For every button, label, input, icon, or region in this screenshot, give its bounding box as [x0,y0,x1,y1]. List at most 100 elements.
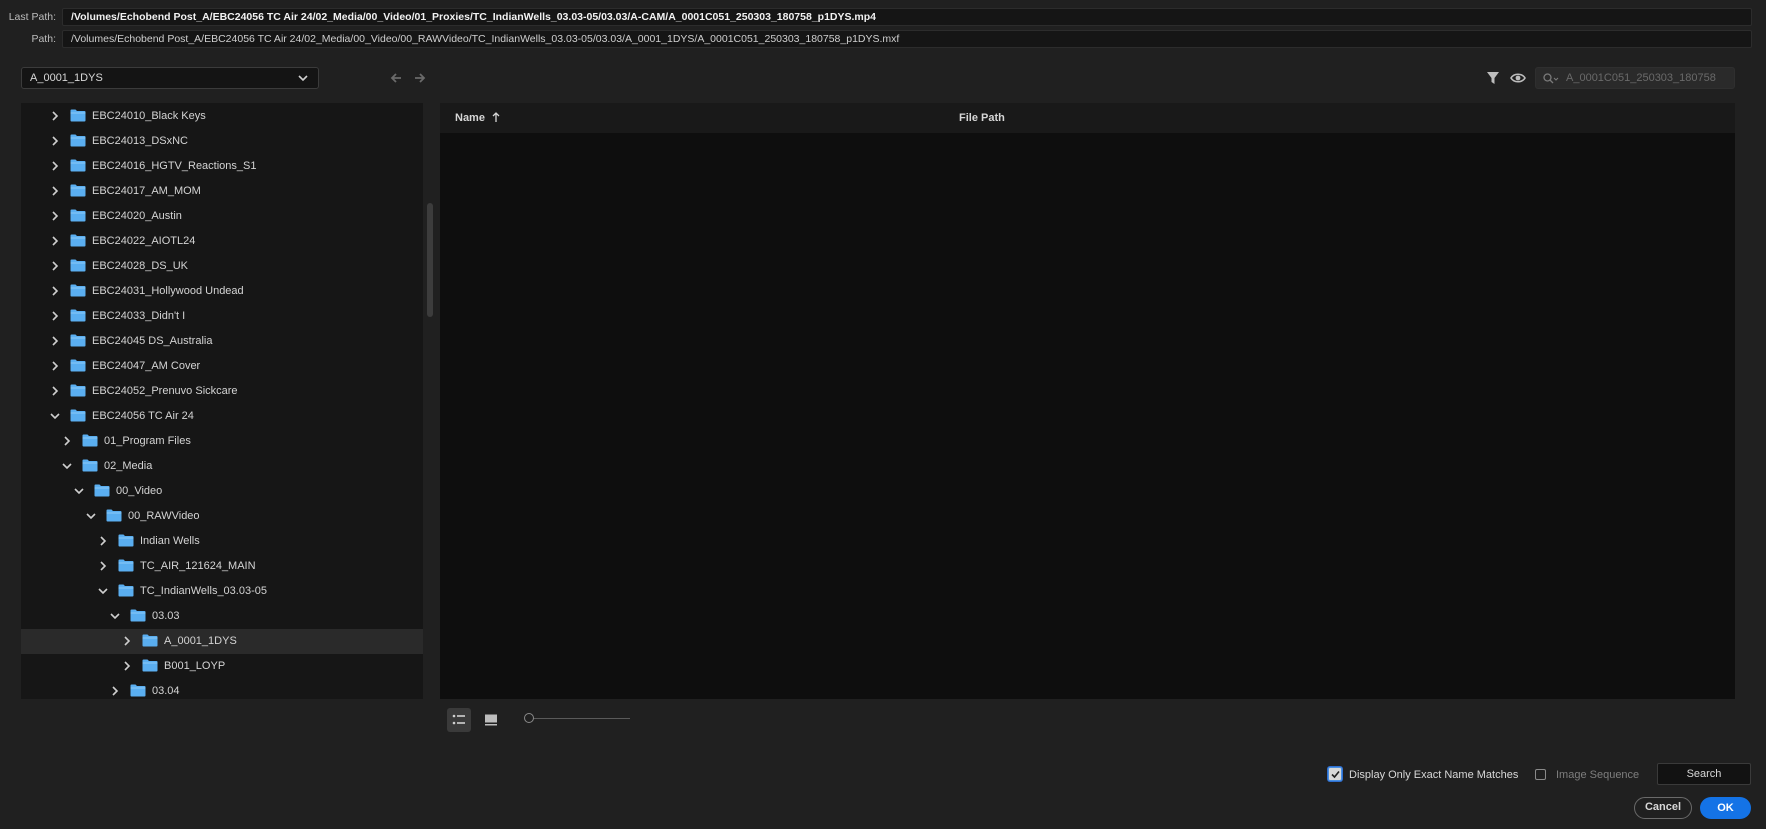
tree-item[interactable]: EBC24056 TC Air 24 [21,404,423,429]
tree-item[interactable]: 03.04 [21,679,423,699]
chevron-right-icon[interactable] [49,185,61,197]
chevron-right-icon[interactable] [49,235,61,247]
search-box[interactable] [1535,67,1735,89]
folder-icon [130,609,146,622]
filter-icon[interactable] [1484,69,1502,87]
folder-icon [118,584,134,597]
exact-match-label: Display Only Exact Name Matches [1349,769,1519,781]
tree-item[interactable]: EBC24020_Austin [21,204,423,229]
chevron-right-icon[interactable] [49,310,61,322]
tree-item[interactable]: 02_Media [21,454,423,479]
list-view-button[interactable] [447,708,471,732]
path-label: Path: [31,33,56,45]
tree-item-label: 01_Program Files [104,435,191,447]
search-button[interactable]: Search [1657,763,1751,785]
chevron-right-icon[interactable] [49,110,61,122]
tree-item[interactable]: EBC24052_Prenuvo Sickcare [21,379,423,404]
tree-item[interactable]: EBC24028_DS_UK [21,254,423,279]
chevron-right-icon[interactable] [49,210,61,222]
tree-item-label: 03.03 [152,610,180,622]
tree-item[interactable]: EBC24033_Didn't I [21,304,423,329]
chevron-right-icon[interactable] [97,535,109,547]
folder-tree[interactable]: EBC24010_Black Keys EBC24013_DSxNC EBC2401… [21,103,423,699]
tree-item-label: EBC24045 DS_Australia [92,335,213,347]
tree-item[interactable]: 00_Video [21,479,423,504]
tree-item-label: EBC24010_Black Keys [92,110,206,122]
folder-icon [82,459,98,472]
tree-item[interactable]: 01_Program Files [21,429,423,454]
folder-icon [118,534,134,547]
eye-icon[interactable] [1509,69,1527,87]
exact-match-checkbox[interactable] [1328,767,1342,781]
tree-item-label: EBC24016_HGTV_Reactions_S1 [92,160,257,172]
tree-item[interactable]: TC_IndianWells_03.03-05 [21,579,423,604]
back-arrow-icon[interactable] [388,70,404,86]
image-sequence-label: Image Sequence [1556,769,1640,781]
sort-ascending-icon [492,112,500,122]
search-input[interactable] [1566,70,1728,86]
tree-item[interactable]: EBC24017_AM_MOM [21,179,423,204]
location-dropdown-value: A_0001_1DYS [30,72,103,84]
folder-icon [82,434,98,447]
tree-item-label: EBC24052_Prenuvo Sickcare [92,385,238,397]
zoom-slider-handle[interactable] [524,713,534,723]
chevron-down-icon[interactable] [85,510,97,522]
tree-item-label: 03.04 [152,685,180,697]
tree-item[interactable]: EBC24045 DS_Australia [21,329,423,354]
chevron-right-icon[interactable] [49,160,61,172]
tree-item-label: EBC24013_DSxNC [92,135,188,147]
chevron-right-icon[interactable] [49,135,61,147]
tree-item[interactable]: EBC24022_AIOTL24 [21,229,423,254]
chevron-down-icon[interactable] [61,460,73,472]
tree-item-label: EBC24056 TC Air 24 [92,410,194,422]
chevron-right-icon[interactable] [49,360,61,372]
tree-item[interactable]: EBC24013_DSxNC [21,129,423,154]
chevron-right-icon[interactable] [109,685,121,697]
tree-item-label: B001_LOYP [164,660,226,672]
last-path-field[interactable]: /Volumes/Echobend Post_A/EBC24056 TC Air… [62,8,1752,26]
chevron-down-icon[interactable] [97,585,109,597]
image-sequence-checkbox[interactable] [1535,769,1546,780]
tree-item[interactable]: 00_RAWVideo [21,504,423,529]
column-header-file-path[interactable]: File Path [959,112,1005,124]
tree-item[interactable]: EBC24016_HGTV_Reactions_S1 [21,154,423,179]
location-dropdown[interactable]: A_0001_1DYS [21,67,319,89]
file-list[interactable]: Name File Path [440,103,1735,699]
thumbnail-view-button[interactable] [479,708,503,732]
tree-item[interactable]: Indian Wells [21,529,423,554]
chevron-right-icon[interactable] [49,285,61,297]
thumbnail-view-icon [485,714,497,726]
file-list-header: Name File Path [440,103,1735,133]
chevron-right-icon[interactable] [61,435,73,447]
tree-item[interactable]: 03.03 [21,604,423,629]
tree-item-label: EBC24020_Austin [92,210,182,222]
folder-icon [70,284,86,297]
chevron-down-icon[interactable] [73,485,85,497]
forward-arrow-icon[interactable] [412,70,428,86]
path-field[interactable]: /Volumes/Echobend Post_A/EBC24056 TC Air… [62,30,1752,48]
chevron-down-icon[interactable] [109,610,121,622]
folder-icon [70,359,86,372]
tree-item[interactable]: A_0001_1DYS [21,629,423,654]
folder-tree-scrollbar[interactable] [427,203,433,317]
chevron-down-icon[interactable] [49,410,61,422]
chevron-right-icon[interactable] [121,635,133,647]
tree-item[interactable]: B001_LOYP [21,654,423,679]
tree-item-label: EBC24028_DS_UK [92,260,189,272]
folder-icon [70,384,86,397]
tree-item[interactable]: EBC24047_AM Cover [21,354,423,379]
zoom-slider[interactable] [524,712,636,726]
folder-icon [70,309,86,322]
tree-item[interactable]: TC_AIR_121624_MAIN [21,554,423,579]
tree-item[interactable]: EBC24031_Hollywood Undead [21,279,423,304]
ok-button[interactable]: OK [1700,797,1751,819]
chevron-right-icon[interactable] [49,385,61,397]
column-header-name[interactable]: Name [455,112,485,124]
cancel-button[interactable]: Cancel [1634,797,1692,819]
tree-item-label: Indian Wells [140,535,200,547]
chevron-right-icon[interactable] [121,660,133,672]
chevron-right-icon[interactable] [49,260,61,272]
chevron-right-icon[interactable] [97,560,109,572]
chevron-right-icon[interactable] [49,335,61,347]
tree-item[interactable]: EBC24010_Black Keys [21,104,423,129]
